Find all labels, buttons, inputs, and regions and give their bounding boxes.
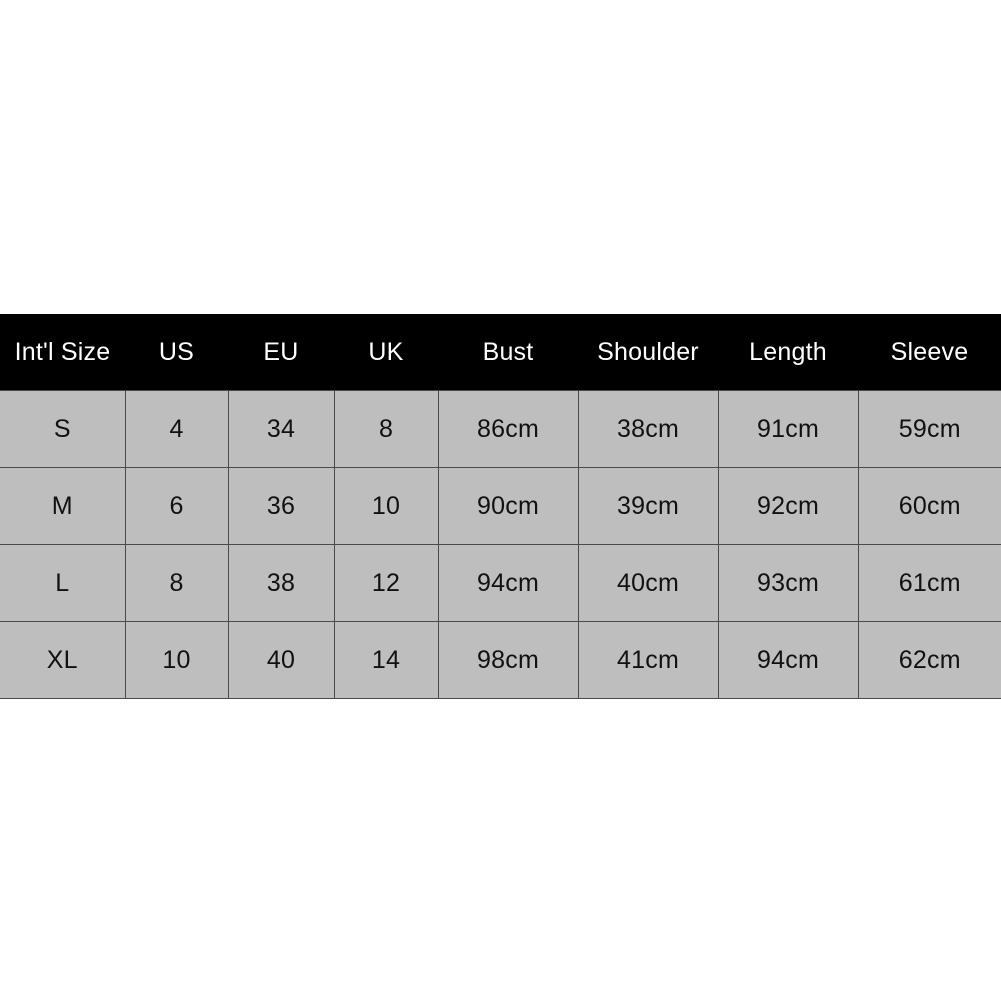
table-row: XL 10 40 14 98cm 41cm 94cm 62cm <box>0 621 1001 699</box>
cell-bust: 86cm <box>437 390 579 468</box>
cell-us: 10 <box>124 621 229 699</box>
table-row: S 4 34 8 86cm 38cm 91cm 59cm <box>0 390 1001 468</box>
column-header-shoulder: Shoulder <box>578 314 718 391</box>
cell-eu: 34 <box>227 390 335 468</box>
cell-bust: 98cm <box>437 621 579 699</box>
cell-sleeve: 60cm <box>857 467 1001 545</box>
header-row: Int'l Size US EU UK Bust Shoulder Length… <box>0 314 1001 391</box>
cell-us: 6 <box>124 467 229 545</box>
cell-shoulder: 41cm <box>577 621 719 699</box>
cell-shoulder: 40cm <box>577 544 719 622</box>
column-header-sleeve: Sleeve <box>858 314 1001 391</box>
page-root: Int'l Size US EU UK Bust Shoulder Length… <box>0 0 1001 1001</box>
size-chart-body: S 4 34 8 86cm 38cm 91cm 59cm M 6 36 10 9… <box>0 390 1001 699</box>
table-row: L 8 38 12 94cm 40cm 93cm 61cm <box>0 544 1001 622</box>
cell-uk: 10 <box>333 467 439 545</box>
cell-uk: 14 <box>333 621 439 699</box>
cell-bust: 94cm <box>437 544 579 622</box>
column-header-us: US <box>125 314 228 391</box>
column-header-length: Length <box>718 314 858 391</box>
column-header-bust: Bust <box>438 314 578 391</box>
cell-intl-size: XL <box>0 621 126 699</box>
cell-length: 92cm <box>717 467 859 545</box>
table-row: M 6 36 10 90cm 39cm 92cm 60cm <box>0 467 1001 545</box>
column-header-uk: UK <box>334 314 438 391</box>
cell-eu: 40 <box>227 621 335 699</box>
size-chart-table: Int'l Size US EU UK Bust Shoulder Length… <box>0 314 1001 699</box>
cell-length: 93cm <box>717 544 859 622</box>
column-header-eu: EU <box>228 314 334 391</box>
cell-bust: 90cm <box>437 467 579 545</box>
cell-sleeve: 61cm <box>857 544 1001 622</box>
cell-uk: 12 <box>333 544 439 622</box>
cell-shoulder: 38cm <box>577 390 719 468</box>
cell-eu: 38 <box>227 544 335 622</box>
cell-intl-size: S <box>0 390 126 468</box>
cell-length: 94cm <box>717 621 859 699</box>
cell-sleeve: 59cm <box>857 390 1001 468</box>
cell-sleeve: 62cm <box>857 621 1001 699</box>
column-header-intl-size: Int'l Size <box>0 314 125 391</box>
cell-us: 8 <box>124 544 229 622</box>
cell-shoulder: 39cm <box>577 467 719 545</box>
cell-us: 4 <box>124 390 229 468</box>
size-chart-header: Int'l Size US EU UK Bust Shoulder Length… <box>0 314 1001 391</box>
cell-intl-size: M <box>0 467 126 545</box>
cell-length: 91cm <box>717 390 859 468</box>
cell-intl-size: L <box>0 544 126 622</box>
cell-eu: 36 <box>227 467 335 545</box>
cell-uk: 8 <box>333 390 439 468</box>
